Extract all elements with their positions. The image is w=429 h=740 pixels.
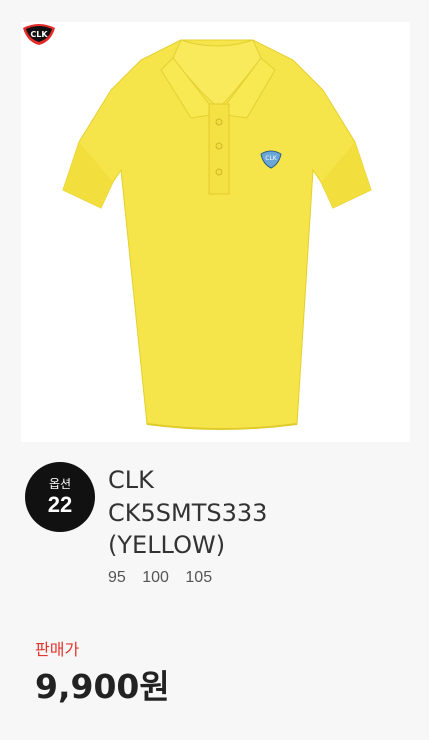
polo-shirt-image: CLK [62, 39, 372, 430]
product-model: CK5SMTS333 (YELLOW) [108, 497, 408, 561]
product-brand: CLK [108, 466, 154, 494]
product-model-color: (YELLOW) [108, 531, 226, 559]
size-option[interactable]: 105 [185, 569, 212, 586]
product-model-code: CK5SMTS333 [108, 499, 268, 527]
price-value: 9,900원 [35, 667, 170, 706]
size-list: 95 100 105 [108, 569, 408, 587]
svg-text:CLK: CLK [265, 155, 278, 162]
product-info: CLK CK5SMTS333 (YELLOW) 95 100 105 [108, 465, 408, 587]
product-card[interactable]: CLK CLK 옵션 22 CLK CK5SMTS333 (YELLOW) 95… [0, 0, 429, 740]
product-image[interactable]: CLK CLK [21, 22, 410, 442]
option-number: 22 [47, 492, 73, 517]
option-badge: 옵션 22 [25, 462, 95, 532]
price-label: 판매가 [35, 640, 80, 659]
svg-text:CLK: CLK [30, 30, 48, 39]
size-option[interactable]: 95 [108, 569, 126, 586]
size-option[interactable]: 100 [142, 569, 169, 586]
option-label: 옵션 [48, 477, 72, 491]
clk-logo-icon: CLK [23, 24, 55, 45]
